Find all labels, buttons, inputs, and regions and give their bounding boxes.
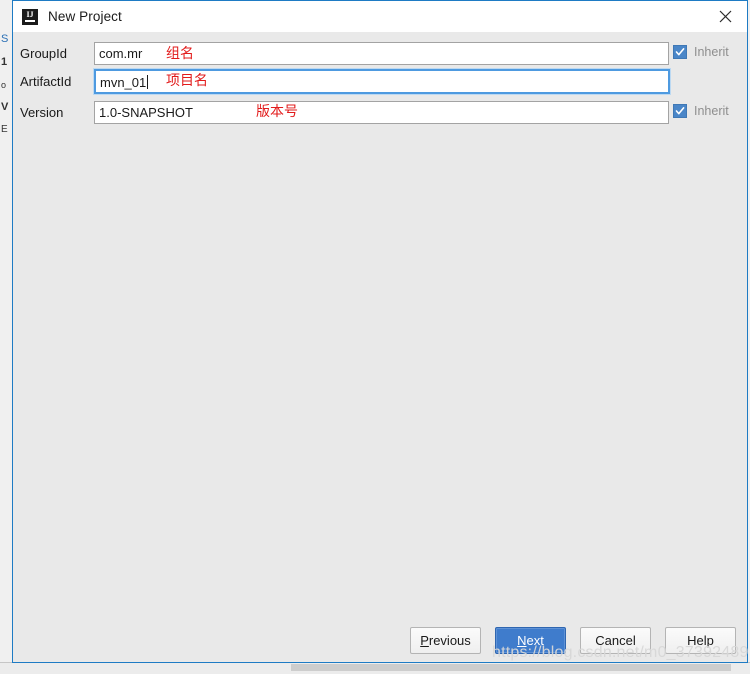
background-glyph-1: 1	[1, 57, 8, 68]
groupid-label: GroupId	[20, 45, 67, 61]
checkmark-icon	[675, 48, 685, 56]
previous-button-label: revious	[428, 632, 471, 648]
background-glyph-2: o	[1, 80, 7, 90]
dialog-body: GroupId com.mr 组名 Inherit ArtifactId mvn…	[13, 32, 747, 662]
dialog-footer: Previous Next Cancel Help	[13, 626, 747, 654]
background-horizontal-scrollbar[interactable]	[0, 662, 750, 674]
next-button[interactable]: Next	[495, 626, 566, 654]
next-button-label: ext	[526, 632, 544, 648]
intellij-idea-icon-text: IJ	[26, 9, 34, 19]
cancel-button[interactable]: Cancel	[580, 626, 651, 654]
version-label: Version	[20, 104, 64, 120]
artifactid-input[interactable]: mvn_01	[94, 68, 670, 94]
intellij-idea-icon-bar	[25, 19, 35, 22]
version-inherit-label: Inherit	[694, 104, 729, 118]
form-row-groupid: GroupId com.mr	[13, 41, 747, 65]
background-glyph-4: E	[1, 124, 8, 135]
artifactid-input-value: mvn_01	[100, 74, 147, 90]
previous-button-mnemonic: P	[420, 632, 429, 648]
text-caret	[147, 74, 149, 89]
groupid-input[interactable]: com.mr	[94, 41, 669, 65]
groupid-inherit-checkbox[interactable]	[673, 45, 687, 59]
close-button[interactable]	[703, 1, 747, 31]
version-inherit-checkbox-group[interactable]: Inherit	[673, 104, 729, 118]
dialog-titlebar: IJ New Project	[13, 1, 747, 32]
groupid-inherit-checkbox-group[interactable]: Inherit	[673, 45, 729, 59]
new-project-dialog: IJ New Project GroupId com.mr 组名 Inherit…	[12, 0, 748, 663]
previous-button[interactable]: Previous	[410, 626, 481, 654]
close-icon	[719, 10, 731, 22]
background-glyph-0: S	[1, 34, 9, 45]
help-button[interactable]: Help	[665, 626, 736, 654]
next-button-mnemonic: N	[517, 632, 527, 648]
version-inherit-checkbox[interactable]	[673, 104, 687, 118]
background-glyph-3: V	[1, 102, 9, 113]
artifactid-label: ArtifactId	[20, 73, 72, 89]
version-input[interactable]: 1.0-SNAPSHOT	[94, 100, 669, 124]
checkmark-icon	[675, 107, 685, 115]
scrollbar-thumb[interactable]	[291, 664, 731, 671]
dialog-title: New Project	[48, 9, 122, 24]
intellij-idea-icon: IJ	[22, 8, 38, 25]
form-row-version: Version 1.0-SNAPSHOT	[13, 100, 747, 124]
form-row-artifactid: ArtifactId mvn_01	[13, 68, 747, 94]
screen: S 1 o V E IJ New Project GroupId com.mr …	[0, 0, 750, 674]
groupid-inherit-label: Inherit	[694, 45, 729, 59]
